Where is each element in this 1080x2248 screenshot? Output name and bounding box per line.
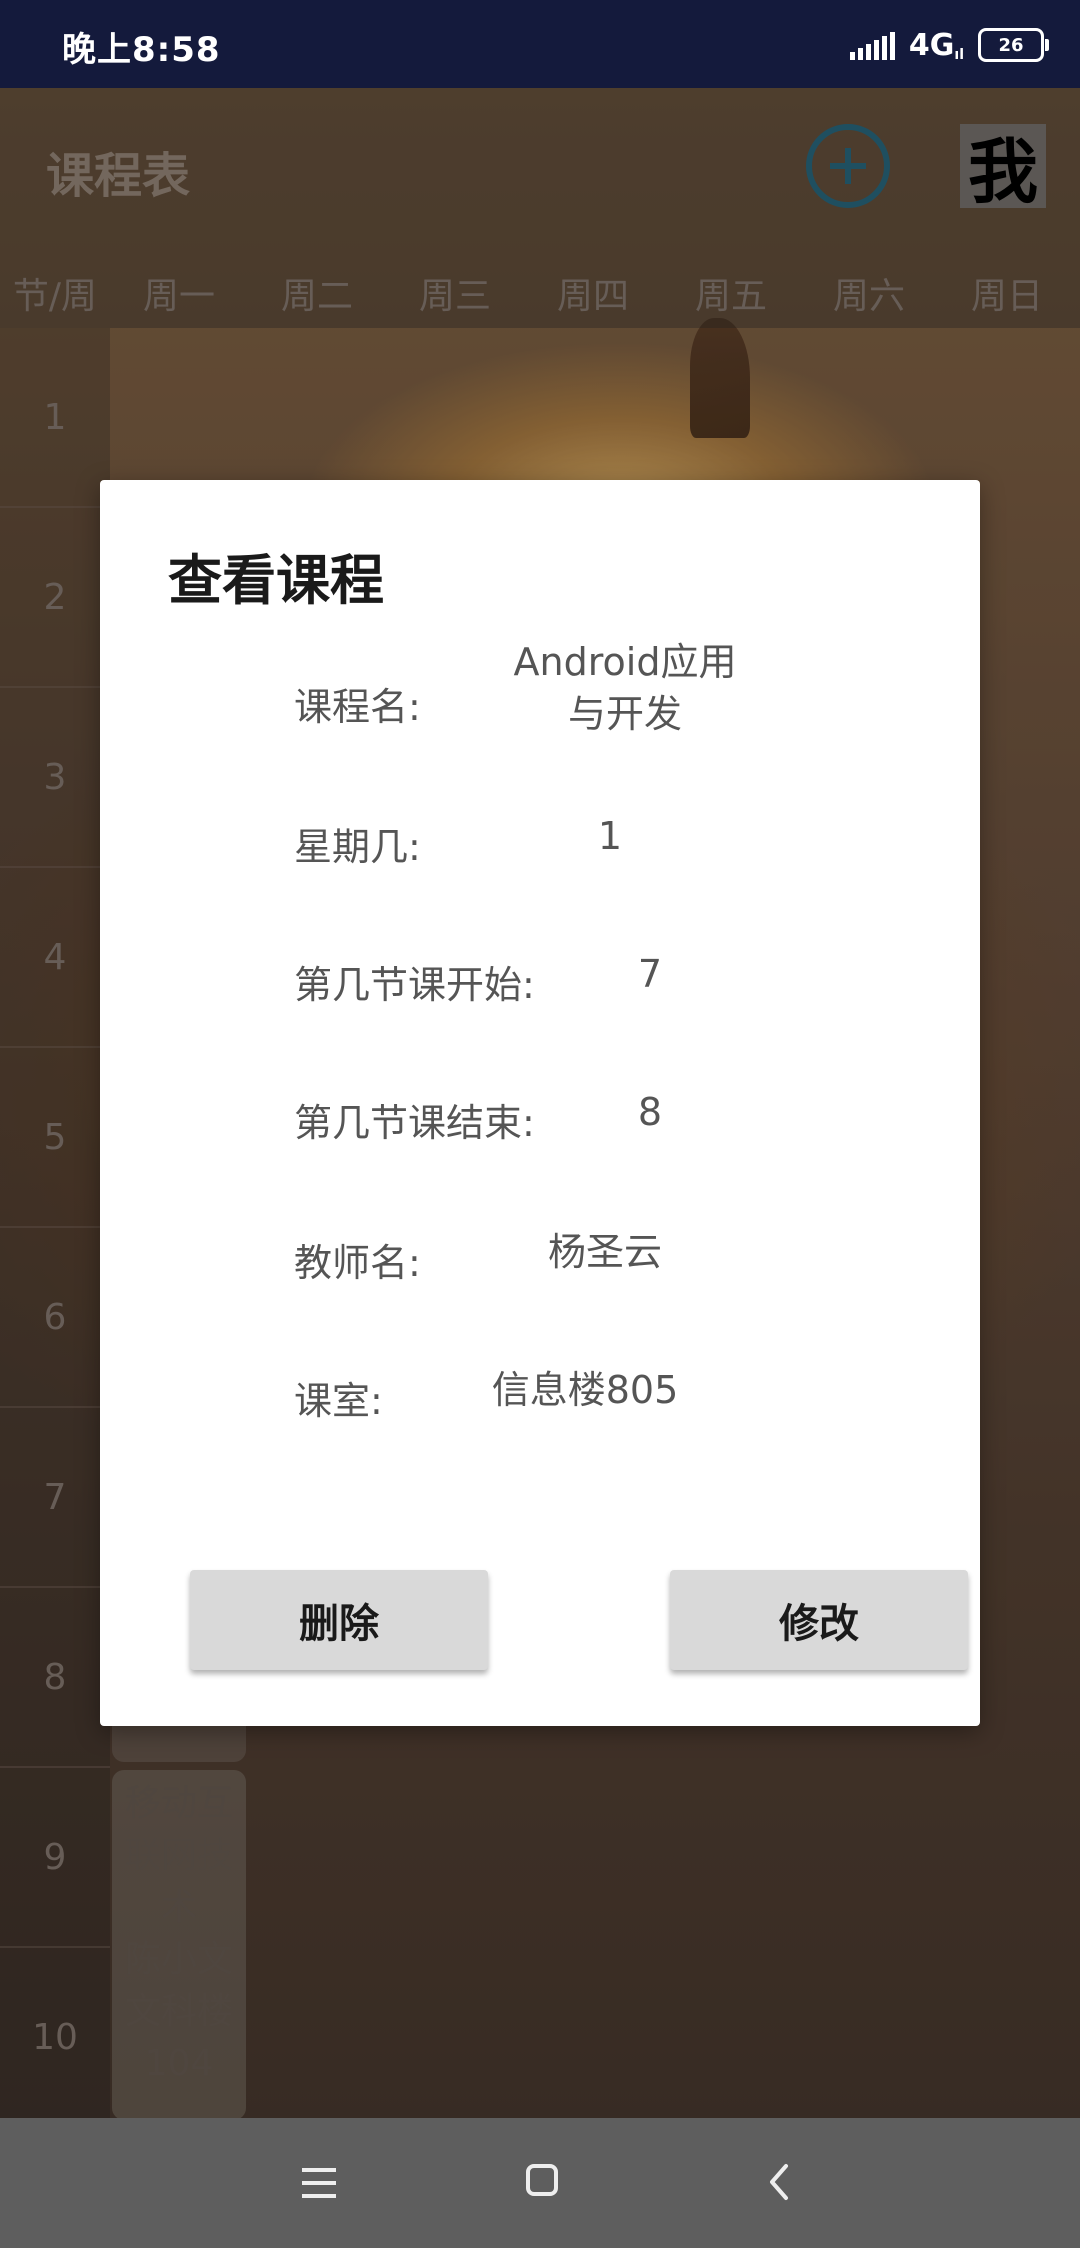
battery-level: 26	[998, 34, 1024, 56]
teacher-value: 杨圣云	[547, 1230, 662, 1274]
network-type: 4Gıl	[909, 28, 964, 63]
status-time: 晚上8:58	[62, 30, 221, 70]
course-name-value: Android应用 与开发	[510, 636, 740, 740]
course-name-value-line: 与开发	[567, 692, 682, 736]
home-icon[interactable]	[526, 2164, 558, 2196]
network-label: 4G	[908, 27, 955, 63]
start-period-label: 第几节课开始:	[294, 963, 535, 1007]
view-course-dialog: 查看课程 课程名: Android应用 与开发 星期几: 1 第几节课开始: 7…	[100, 480, 980, 1726]
back-icon[interactable]	[760, 2160, 800, 2204]
classroom-value: 信息楼805	[491, 1368, 679, 1412]
start-period-value: 7	[637, 952, 663, 996]
weekday-value: 1	[597, 814, 623, 858]
delete-button[interactable]: 删除	[190, 1570, 488, 1670]
signal-icon	[849, 30, 895, 60]
end-period-value: 8	[637, 1090, 663, 1134]
course-name-value-line: Android应用	[513, 640, 737, 684]
dialog-title: 查看课程	[168, 549, 384, 612]
course-name-label: 课程名:	[294, 685, 421, 729]
weekday-label: 星期几:	[294, 825, 421, 869]
teacher-label: 教师名:	[294, 1241, 421, 1285]
status-icons: 4Gıl 26	[849, 24, 1049, 66]
end-period-label: 第几节课结束:	[294, 1101, 535, 1145]
battery-icon: 26	[978, 28, 1049, 62]
edit-button[interactable]: 修改	[670, 1570, 968, 1670]
network-sub: ıl	[954, 46, 964, 63]
classroom-label: 课室:	[294, 1379, 383, 1423]
app-root: 晚上8:58 4Gıl 26 课程表 我 节/周 周一 周二 周三 周四 周五 …	[0, 0, 1080, 2248]
menu-icon[interactable]	[302, 2168, 336, 2198]
nav-bar	[0, 2118, 1080, 2248]
status-bar: 晚上8:58 4Gıl 26	[0, 0, 1080, 88]
